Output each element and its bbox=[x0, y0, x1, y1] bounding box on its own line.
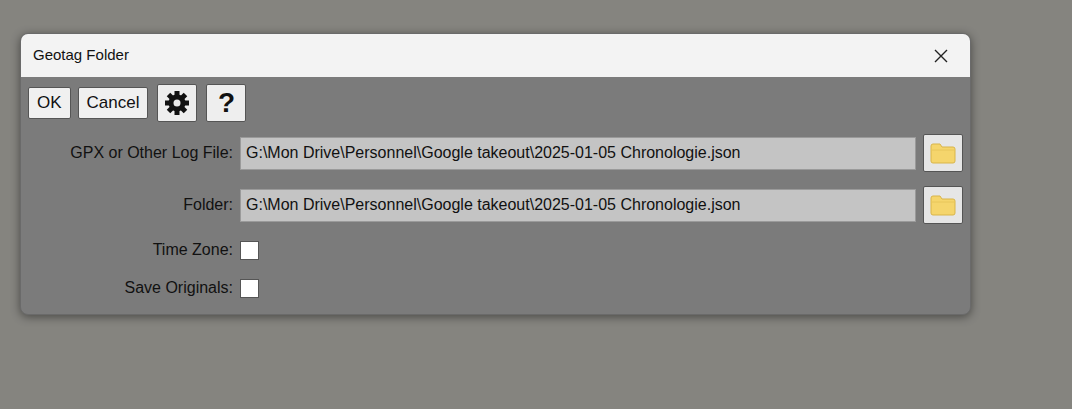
field-label: Time Zone: bbox=[28, 238, 233, 262]
gear-icon bbox=[164, 90, 190, 116]
form: GPX or Other Log File: G:\Mon Drive\Perso… bbox=[28, 134, 963, 300]
title-bar: Geotag Folder bbox=[21, 34, 970, 77]
window-title: Geotag Folder bbox=[33, 44, 129, 67]
folder-icon bbox=[930, 194, 956, 216]
geotag-dialog: Geotag Folder OKCancel? GPX or Other Log F… bbox=[20, 33, 971, 315]
help-button[interactable]: ? bbox=[206, 84, 246, 122]
close-icon bbox=[933, 48, 949, 64]
browse-button[interactable] bbox=[923, 134, 963, 172]
field-label: Folder: bbox=[28, 193, 233, 217]
path-field[interactable]: G:\Mon Drive\Personnel\Google takeout\20… bbox=[240, 137, 916, 170]
close-button[interactable] bbox=[926, 41, 956, 71]
field-label: Save Originals: bbox=[28, 276, 233, 300]
field-label: GPX or Other Log File: bbox=[28, 141, 233, 165]
checkbox-cell bbox=[240, 277, 916, 299]
toolbar: OKCancel? bbox=[28, 84, 963, 122]
toolbar-button[interactable]: Cancel bbox=[78, 87, 149, 119]
browse-button[interactable] bbox=[923, 186, 963, 224]
checkbox-cell bbox=[240, 239, 916, 261]
folder-icon bbox=[930, 142, 956, 164]
checkbox[interactable] bbox=[240, 241, 259, 260]
toolbar-button[interactable]: OK bbox=[28, 87, 71, 119]
settings-button[interactable] bbox=[157, 84, 197, 122]
desktop: Geotag Folder OKCancel? GPX or Other Log F… bbox=[0, 0, 1072, 409]
path-field[interactable]: G:\Mon Drive\Personnel\Google takeout\20… bbox=[240, 189, 916, 222]
checkbox[interactable] bbox=[240, 279, 259, 298]
dialog-body: OKCancel? GPX or Other Log File: G:\Mon Dr… bbox=[21, 77, 970, 314]
